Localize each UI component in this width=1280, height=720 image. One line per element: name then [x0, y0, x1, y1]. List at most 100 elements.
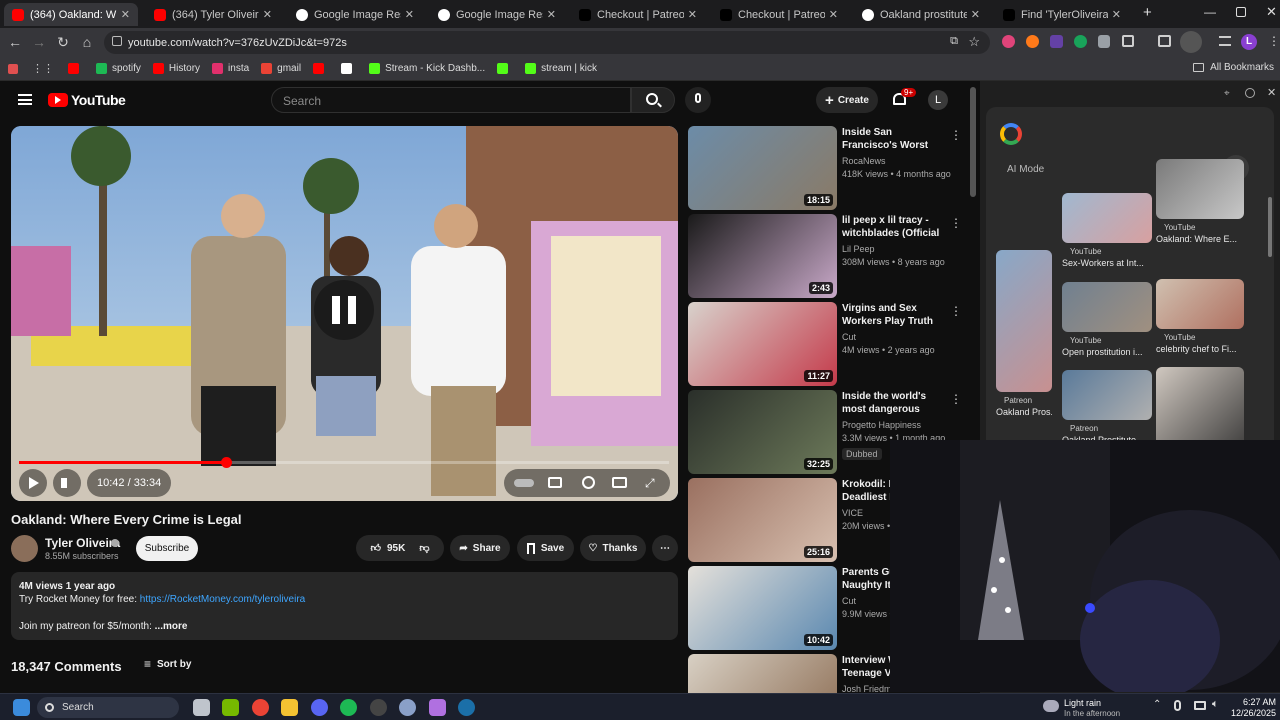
suggested-title[interactable]: Inside San Francisco's Worst Block — [842, 126, 942, 153]
show-more-link[interactable]: ...more — [155, 621, 188, 632]
maximize-button[interactable] — [1236, 7, 1246, 17]
channel-name[interactable]: Tyler Oliveira — [45, 536, 120, 550]
home-icon[interactable]: ⌂ — [78, 33, 96, 51]
search-input[interactable]: Search — [271, 87, 631, 113]
search-button[interactable] — [631, 87, 675, 113]
autoplay-toggle[interactable] — [514, 479, 534, 487]
video-thumbnail[interactable]: 10:42 — [688, 566, 837, 650]
result-title[interactable]: celebrity chef to Fi... — [1156, 344, 1244, 354]
back-arrow-icon[interactable]: ← — [6, 33, 24, 51]
result-title[interactable]: Oakland: Where E... — [1156, 234, 1244, 244]
settings-gear-icon[interactable] — [582, 476, 595, 489]
close-tab-icon[interactable]: ✕ — [971, 8, 980, 21]
bookmark-item[interactable]: spotify — [96, 63, 141, 74]
close-panel-icon[interactable]: ✕ — [1267, 86, 1276, 99]
bookmark-star-icon[interactable]: ☆ — [968, 34, 980, 50]
microphone-tray-icon[interactable] — [1174, 700, 1181, 711]
results-scrollbar[interactable] — [1268, 197, 1272, 257]
video-thumbnail[interactable]: 2:43 — [688, 214, 837, 298]
share-button[interactable]: ➦ Share — [450, 535, 510, 561]
close-tab-icon[interactable]: ✕ — [829, 8, 838, 21]
extension-pink-icon[interactable] — [1002, 35, 1015, 48]
steam-icon[interactable] — [458, 699, 475, 716]
game-controller-icon[interactable] — [429, 699, 446, 716]
browser-tab[interactable]: Checkout | Patreon ✕ — [712, 3, 846, 26]
play-button[interactable] — [19, 469, 47, 497]
reload-icon[interactable]: ↻ — [54, 33, 72, 51]
speaker-tray-icon[interactable]: 🔈︎ — [1212, 698, 1219, 711]
bookmark-item[interactable]: stream | kick — [525, 63, 597, 74]
image-result[interactable] — [1156, 279, 1244, 329]
miniplayer-icon[interactable] — [612, 477, 627, 488]
kebab-menu-icon[interactable]: ⋮ — [950, 304, 962, 318]
suggested-video[interactable]: 18:15 Inside San Francisco's Worst Block R… — [688, 126, 978, 210]
browser-tab[interactable]: (364) Tyler Oliveira - YouT ✕ — [146, 3, 280, 26]
sidebar-icon[interactable] — [1158, 35, 1171, 47]
kebab-menu-icon[interactable]: ⋮ — [950, 392, 962, 406]
video-thumbnail[interactable]: 11:27 — [688, 302, 837, 386]
youtube-logo[interactable]: YouTube — [48, 92, 126, 108]
sort-by-button[interactable]: ≡ Sort by — [144, 657, 191, 671]
taskbar-search[interactable]: Search — [37, 697, 179, 718]
channel-avatar[interactable] — [11, 535, 38, 562]
suggested-channel[interactable]: VICE — [842, 508, 863, 518]
pause-overlay-button[interactable] — [314, 280, 374, 340]
extension-shield-icon[interactable] — [1098, 35, 1110, 48]
kebab-menu-icon[interactable]: ⋮ — [950, 216, 962, 230]
result-title[interactable]: Oakland Pros... - Alexis [Oak... — [996, 407, 1052, 417]
suggested-title[interactable]: Virgins and Sex Workers Play Truth or ..… — [842, 302, 942, 329]
file-explorer-icon[interactable] — [281, 699, 298, 716]
suggested-title[interactable]: lil peep x lil tracy - witchblades (Offi… — [842, 214, 942, 241]
browser-tab[interactable]: Oakland prostitute "Alexis ✕ — [854, 3, 988, 26]
profile-avatar[interactable]: L — [1241, 34, 1257, 50]
thanks-button[interactable]: ♡ Thanks — [580, 535, 646, 561]
ai-mode-tab[interactable]: AI Mode — [1007, 164, 1044, 175]
video-player[interactable]: 10:42 / 33:34 ⤢ — [11, 126, 678, 501]
progress-bar[interactable] — [19, 457, 669, 468]
bookmark-item[interactable]: History — [152, 63, 200, 74]
extensions-puzzle-icon[interactable] — [1122, 35, 1134, 47]
volume-button[interactable] — [53, 469, 81, 497]
suggested-channel[interactable]: Cut — [842, 596, 856, 606]
video-thumbnail[interactable]: 32:25 — [688, 390, 837, 474]
bookmark-item[interactable]: Stream - Kick Dashb... — [369, 63, 485, 74]
clock-date[interactable]: 12/26/2025 — [1226, 708, 1276, 718]
task-view-icon[interactable] — [193, 699, 210, 716]
close-tab-icon[interactable]: ✕ — [263, 8, 272, 21]
image-result[interactable] — [1156, 159, 1244, 219]
extension-twitch-icon[interactable] — [1050, 35, 1063, 48]
image-result[interactable] — [1062, 282, 1152, 332]
hamburger-menu-icon[interactable] — [18, 94, 32, 105]
close-tab-icon[interactable]: ✕ — [547, 8, 556, 21]
all-bookmarks[interactable]: All Bookmarks — [1193, 62, 1274, 73]
image-result[interactable] — [1062, 370, 1152, 420]
site-info-icon[interactable] — [112, 36, 122, 46]
browser-tab[interactable]: (364) Oakland: Where ✕ — [4, 3, 138, 26]
chrome-icon[interactable] — [252, 699, 269, 716]
bookmark-item[interactable]: insta — [212, 63, 249, 74]
voice-search-button[interactable] — [685, 87, 711, 113]
forward-arrow-icon[interactable]: → — [30, 33, 48, 51]
apps-grid-icon[interactable] — [8, 63, 18, 74]
install-icon[interactable]: ⧉ — [950, 35, 958, 48]
browser-tab[interactable]: Checkout | Patreon ✕ — [571, 3, 705, 26]
kebab-menu-icon[interactable]: ⋮ — [950, 128, 962, 142]
reading-list-icon[interactable] — [1219, 36, 1231, 46]
description-box[interactable]: 4M views 1 year ago Try Rocket Money for… — [11, 572, 678, 640]
subscribe-button[interactable]: Subscribe — [136, 536, 198, 561]
bookmark-item[interactable] — [313, 63, 329, 74]
tray-chevron-icon[interactable]: ⌃ — [1153, 699, 1161, 710]
image-result[interactable] — [1062, 193, 1152, 243]
close-window-button[interactable]: ✕ — [1266, 4, 1277, 20]
video-thumbnail[interactable] — [688, 654, 837, 693]
like-button[interactable]: 👍︎ 95K — [371, 542, 406, 555]
create-button[interactable]: + Create — [816, 87, 878, 113]
settings-icon[interactable] — [399, 699, 416, 716]
video-thumbnail[interactable]: 18:15 — [688, 126, 837, 210]
browser-tab[interactable]: Find 'TylerOliveira oakland ✕ — [995, 3, 1129, 26]
close-tab-icon[interactable]: ✕ — [405, 8, 414, 21]
pin-icon[interactable]: ⌖ — [1224, 88, 1230, 99]
suggested-video[interactable]: 2:43 lil peep x lil tracy - witchblades (… — [688, 214, 978, 298]
clock-time[interactable]: 6:27 AM — [1242, 697, 1276, 707]
suggested-video[interactable]: 11:27 Virgins and Sex Workers Play Truth … — [688, 302, 978, 386]
